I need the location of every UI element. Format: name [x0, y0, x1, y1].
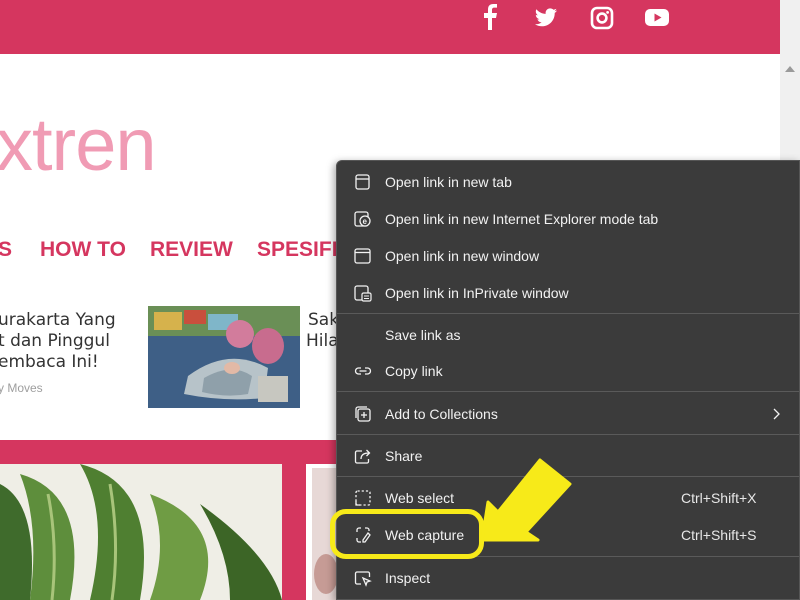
- twitter-icon[interactable]: [534, 4, 558, 30]
- share-icon: [353, 447, 373, 465]
- menu-separator: [337, 434, 799, 435]
- menu-item-shortcut: Ctrl+Shift+X: [681, 490, 757, 506]
- menu-item-save-link[interactable]: Save link as: [337, 318, 799, 352]
- menu-separator: [337, 391, 799, 392]
- nav-item-partial[interactable]: S: [0, 238, 12, 262]
- menu-item-label: Open link in new window: [385, 248, 540, 264]
- menu-item-label: Open link in InPrivate window: [385, 285, 569, 301]
- menu-item-add-to-collections[interactable]: Add to Collections: [337, 397, 799, 431]
- menu-item-open-inprivate[interactable]: Open link in InPrivate window: [337, 276, 799, 310]
- site-logo[interactable]: xtren: [0, 108, 157, 182]
- article-title-line[interactable]: Hila: [306, 331, 339, 352]
- menu-separator: [337, 313, 799, 314]
- youtube-icon[interactable]: [644, 4, 670, 30]
- article-title-line[interactable]: Sak: [308, 310, 339, 331]
- inprivate-icon: [353, 284, 373, 302]
- menu-item-open-ie-mode[interactable]: e Open link in new Internet Explorer mod…: [337, 202, 799, 236]
- nav-item-spesifikasi[interactable]: SPESIFI: [257, 238, 338, 262]
- web-select-icon: [353, 489, 373, 507]
- browser-viewport: xtren S HOW TO REVIEW SPESIFI urakarta Y…: [0, 0, 800, 600]
- menu-item-label: Open link in new Internet Explorer mode …: [385, 211, 659, 227]
- scroll-up-arrow-icon[interactable]: [785, 66, 795, 76]
- collections-icon: [353, 405, 373, 423]
- highlight-ring: [330, 509, 484, 559]
- instagram-icon[interactable]: [590, 4, 614, 30]
- article-title-line[interactable]: t dan Pinggul: [0, 331, 110, 352]
- menu-item-shortcut: Ctrl+Shift+S: [681, 527, 757, 543]
- menu-item-label: Save link as: [385, 327, 461, 343]
- nav-item-how-to[interactable]: HOW TO: [40, 238, 126, 262]
- menu-item-open-new-tab[interactable]: Open link in new tab: [337, 165, 799, 199]
- menu-item-label: Add to Collections: [385, 406, 498, 422]
- nav-item-review[interactable]: REVIEW: [150, 238, 233, 262]
- svg-text:e: e: [363, 217, 368, 226]
- link-icon: [353, 362, 373, 380]
- new-tab-icon: [353, 173, 373, 191]
- menu-item-label: Share: [385, 448, 423, 464]
- menu-item-label: Copy link: [385, 363, 443, 379]
- featured-image-plant[interactable]: [0, 464, 282, 600]
- article-category[interactable]: y Moves: [0, 381, 43, 395]
- article-title-line[interactable]: urakarta Yang: [0, 310, 116, 331]
- menu-item-copy-link[interactable]: Copy link: [337, 354, 799, 388]
- article-thumbnail[interactable]: [148, 306, 300, 408]
- pointer-arrow-icon: [478, 454, 578, 544]
- menu-item-label: Open link in new tab: [385, 174, 512, 190]
- facebook-icon[interactable]: [482, 4, 498, 30]
- social-bar: [0, 0, 780, 54]
- article-title-line[interactable]: embaca Ini!: [0, 352, 99, 373]
- menu-item-label: Web select: [385, 490, 454, 506]
- new-window-icon: [353, 247, 373, 265]
- chevron-right-icon: [771, 405, 783, 423]
- menu-item-inspect[interactable]: Inspect: [337, 561, 799, 595]
- menu-item-open-new-window[interactable]: Open link in new window: [337, 239, 799, 273]
- menu-item-label: Inspect: [385, 570, 431, 586]
- inspect-icon: [353, 569, 373, 587]
- ie-mode-icon: e: [353, 210, 373, 228]
